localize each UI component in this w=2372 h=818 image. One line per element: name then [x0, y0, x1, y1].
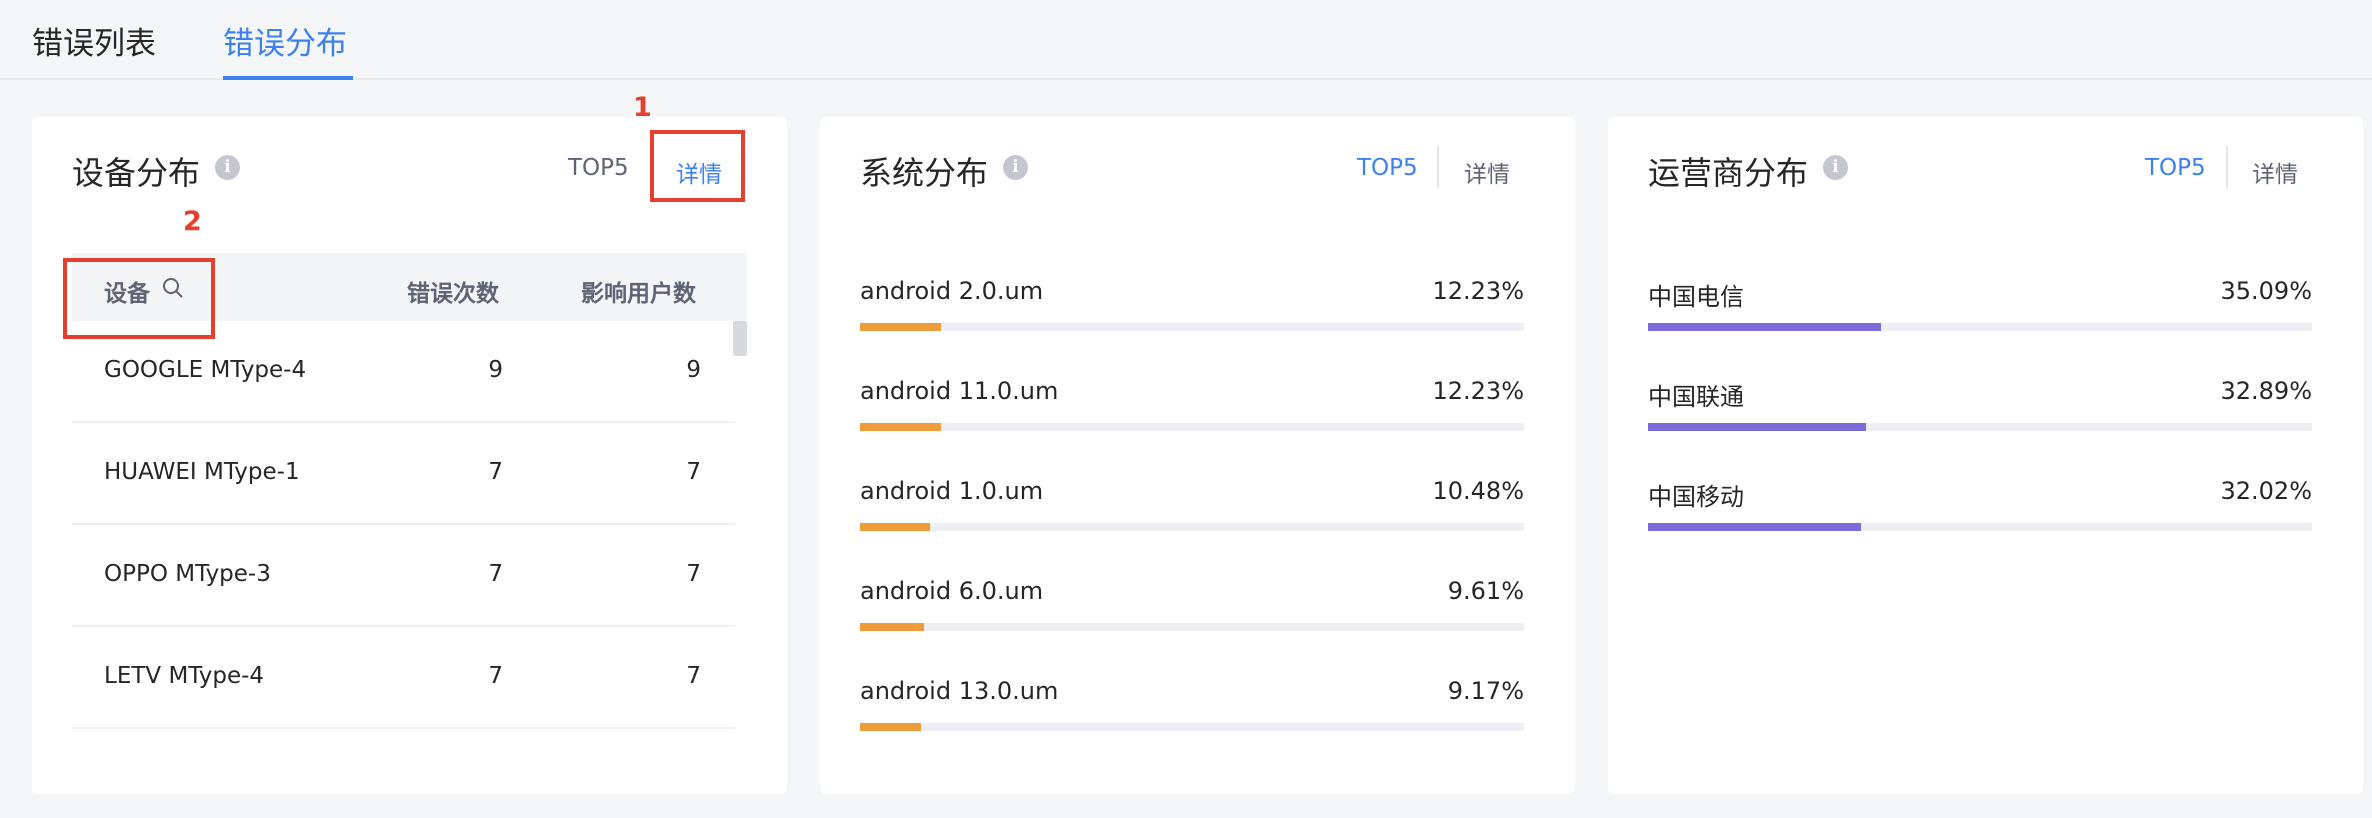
device-name: OPPO MType-3 [104, 561, 271, 587]
distribution-label: 中国电信 [1648, 283, 1744, 311]
affected-users: 7 [686, 663, 701, 689]
system-top5-button[interactable]: TOP5 [1357, 155, 1418, 181]
tab-bar: 错误列表 错误分布 [0, 0, 2372, 80]
carrier-detail-button[interactable]: 详情 [2252, 155, 2298, 189]
annotation-number-1: 1 [633, 92, 652, 123]
distribution-label: android 1.0.um [860, 477, 1044, 505]
distribution-percentage: 12.23% [1432, 377, 1524, 405]
table-scrollbar[interactable] [733, 321, 747, 356]
affected-users: 7 [686, 561, 701, 587]
distribution-percentage: 32.02% [2220, 477, 2312, 505]
annotation-box-1 [650, 130, 745, 202]
progress-track [860, 623, 1524, 631]
distribution-percentage: 35.09% [2220, 277, 2312, 305]
distribution-label: 中国联通 [1648, 383, 1744, 411]
distribution-label: android 6.0.um [860, 577, 1044, 605]
column-header-error-count: 错误次数 [407, 281, 499, 307]
distribution-percentage: 10.48% [1432, 477, 1524, 505]
carrier-distribution-card [1608, 117, 2363, 794]
distribution-percentage: 32.89% [2220, 377, 2312, 405]
system-detail-button[interactable]: 详情 [1464, 155, 1510, 189]
tab-error-distribution[interactable]: 错误分布 [223, 18, 347, 63]
distribution-percentage: 12.23% [1432, 277, 1524, 305]
info-icon[interactable]: i [1003, 155, 1028, 180]
affected-users: 7 [686, 459, 701, 485]
error-count: 7 [488, 459, 503, 485]
distribution-percentage: 9.61% [1447, 577, 1524, 605]
row-divider [72, 421, 735, 423]
progress-track [1648, 323, 2312, 331]
device-top5-button[interactable]: TOP5 [568, 155, 629, 181]
distribution-label: android 2.0.um [860, 277, 1044, 305]
column-header-affected-users: 影响用户数 [581, 281, 696, 307]
progress-track [1648, 423, 2312, 431]
error-count: 9 [488, 357, 503, 383]
progress-fill [860, 523, 930, 531]
header-separator [2226, 146, 2228, 188]
progress-track [860, 423, 1524, 431]
distribution-label: android 11.0.um [860, 377, 1059, 405]
row-divider [72, 727, 735, 729]
carrier-top5-button[interactable]: TOP5 [2145, 155, 2206, 181]
progress-fill [860, 723, 921, 731]
progress-fill [860, 623, 924, 631]
tab-error-list[interactable]: 错误列表 [32, 18, 156, 63]
active-tab-indicator [223, 76, 353, 80]
progress-track [1648, 523, 2312, 531]
progress-track [860, 323, 1524, 331]
carrier-card-title: 运营商分布 [1648, 154, 1809, 192]
header-separator [1437, 146, 1439, 188]
error-count: 7 [488, 663, 503, 689]
device-name: GOOGLE MType-4 [104, 357, 307, 383]
device-name: HUAWEI MType-1 [104, 459, 300, 485]
progress-track [860, 523, 1524, 531]
distribution-label: android 13.0.um [860, 677, 1059, 705]
annotation-box-2 [63, 258, 215, 339]
progress-track [860, 723, 1524, 731]
progress-fill [1648, 423, 1866, 431]
affected-users: 9 [686, 357, 701, 383]
progress-fill [860, 323, 941, 331]
info-icon[interactable]: i [1823, 155, 1848, 180]
device-card-title: 设备分布 [72, 154, 201, 192]
distribution-label: 中国移动 [1648, 483, 1744, 511]
system-card-title: 系统分布 [860, 154, 989, 192]
row-divider [72, 523, 735, 525]
progress-fill [1648, 323, 1881, 331]
progress-fill [1648, 523, 1861, 531]
device-distribution-card [32, 117, 787, 794]
progress-fill [860, 423, 941, 431]
row-divider [72, 625, 735, 627]
device-name: LETV MType-4 [104, 663, 265, 689]
distribution-percentage: 9.17% [1447, 677, 1524, 705]
error-count: 7 [488, 561, 503, 587]
info-icon[interactable]: i [215, 155, 240, 180]
annotation-number-2: 2 [183, 206, 202, 237]
